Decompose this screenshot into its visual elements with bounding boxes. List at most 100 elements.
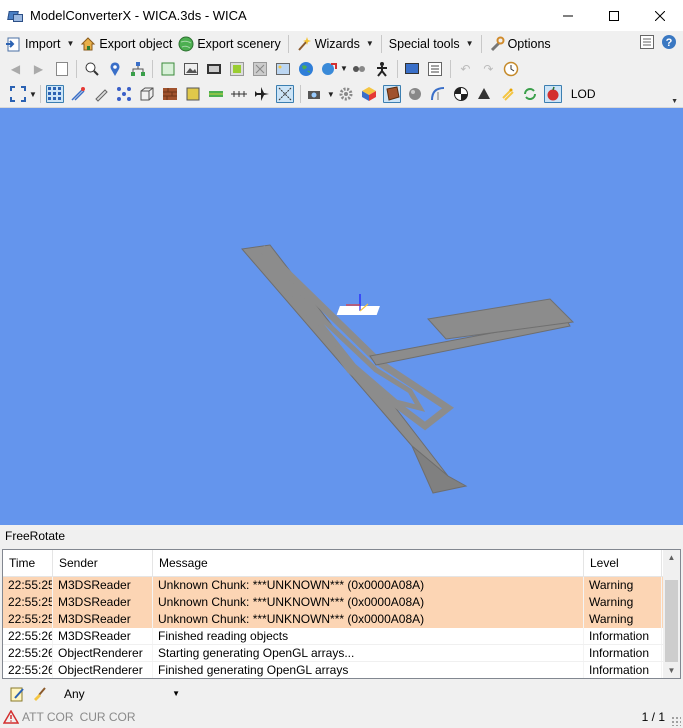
- redo-icon[interactable]: ↷: [479, 60, 497, 78]
- hierarchy-icon[interactable]: [129, 60, 147, 78]
- grid-icon[interactable]: [46, 85, 65, 103]
- log-filter-bar: Any ▼: [0, 681, 683, 706]
- chevron-down-icon[interactable]: ▼: [327, 90, 335, 99]
- column-time[interactable]: Time: [3, 550, 53, 577]
- scroll-up-icon[interactable]: ▲: [663, 550, 680, 565]
- wizards-button[interactable]: Wizards ▼: [293, 33, 377, 55]
- apple-icon[interactable]: [544, 85, 563, 103]
- minimize-button[interactable]: [545, 0, 591, 31]
- import-button[interactable]: Import ▼: [3, 33, 77, 55]
- lights-icon[interactable]: [498, 85, 516, 103]
- level-filter-select[interactable]: Any ▼: [59, 683, 185, 704]
- wireframe-box-icon[interactable]: [138, 85, 156, 103]
- toolbar-row-2: ◀ ▶ ▼ ↶ ↷: [0, 56, 683, 81]
- textured-box-icon[interactable]: [383, 85, 402, 103]
- vertex-icon[interactable]: [115, 85, 133, 103]
- connect-icon[interactable]: [350, 60, 368, 78]
- table-row[interactable]: 22:55:25 M3DSReader Unknown Chunk: ***UN…: [3, 611, 680, 628]
- window-title: ModelConverterX - WICA.3ds - WICA: [30, 8, 247, 23]
- title-bar: ModelConverterX - WICA.3ds - WICA: [0, 0, 683, 31]
- sparkle-path-icon[interactable]: [276, 85, 295, 103]
- log-panel: Time Sender Message Level 22:55:25 M3DSR…: [2, 549, 681, 679]
- monitor-icon[interactable]: [403, 60, 421, 78]
- log-header: Time Sender Message Level: [3, 550, 680, 577]
- image-icon[interactable]: [182, 60, 200, 78]
- resize-grip[interactable]: [671, 716, 681, 726]
- zoom-icon[interactable]: [83, 60, 101, 78]
- document-icon[interactable]: [53, 60, 71, 78]
- normals-icon[interactable]: [69, 85, 87, 103]
- texture-icon[interactable]: [228, 60, 246, 78]
- options-button[interactable]: Options: [486, 33, 554, 55]
- chevron-down-icon: ▼: [66, 39, 75, 48]
- chevron-down-icon: ▼: [365, 39, 374, 48]
- brick-texture-icon[interactable]: [161, 85, 179, 103]
- column-sender[interactable]: Sender: [53, 550, 153, 577]
- maximize-button[interactable]: [591, 0, 637, 31]
- broom-icon[interactable]: [31, 685, 49, 703]
- refresh-icon[interactable]: [521, 85, 539, 103]
- notepad-icon[interactable]: [8, 685, 26, 703]
- cur-cor-status: CUR COR: [79, 710, 136, 724]
- airplane-icon[interactable]: [253, 85, 271, 103]
- wrench-icon: [489, 36, 505, 52]
- properties-icon[interactable]: [639, 34, 655, 53]
- table-row[interactable]: 22:55:25 M3DSReader Unknown Chunk: ***UN…: [3, 594, 680, 611]
- lod-label[interactable]: LOD: [571, 87, 596, 101]
- column-level[interactable]: Level: [584, 550, 662, 577]
- pencil-icon[interactable]: [92, 85, 110, 103]
- runway-lights-icon[interactable]: [230, 85, 248, 103]
- status-bar: ATT COR CUR COR 1 / 1: [0, 706, 683, 728]
- help-icon[interactable]: ?: [661, 34, 677, 53]
- solid-box-icon[interactable]: [184, 85, 202, 103]
- terrain-icon[interactable]: [207, 85, 225, 103]
- chevron-down-icon: ▼: [465, 39, 474, 48]
- pyramid-icon[interactable]: [475, 85, 493, 103]
- table-row[interactable]: 22:55:25 M3DSReader Unknown Chunk: ***UN…: [3, 577, 680, 594]
- forward-arrow-icon[interactable]: ▶: [30, 60, 48, 78]
- import-icon: [6, 36, 22, 52]
- taxiway-shape: [259, 245, 454, 431]
- main-toolbar: Import ▼ Export object Export scenery Wiz…: [0, 31, 683, 56]
- table-row[interactable]: 22:55:26 ObjectRenderer Finished generat…: [3, 662, 680, 678]
- chevron-down-icon[interactable]: ▼: [340, 64, 348, 73]
- back-arrow-icon[interactable]: ◀: [7, 60, 25, 78]
- toolbar-overflow-icon[interactable]: ▼: [671, 98, 678, 105]
- airport-model: [241, 244, 575, 494]
- special-tools-button[interactable]: Special tools ▼: [386, 33, 477, 55]
- checker-ball-icon[interactable]: [452, 85, 470, 103]
- list-view-icon[interactable]: [426, 60, 444, 78]
- sphere-icon[interactable]: [406, 85, 424, 103]
- scrollbar-thumb[interactable]: [665, 580, 678, 662]
- picture-icon[interactable]: [274, 60, 292, 78]
- export-scenery-button[interactable]: Export scenery: [175, 33, 283, 55]
- table-row[interactable]: 22:55:26 M3DSReader Finished reading obj…: [3, 628, 680, 645]
- close-button[interactable]: [637, 0, 683, 31]
- select-box-icon[interactable]: [159, 60, 177, 78]
- column-message[interactable]: Message: [153, 550, 584, 577]
- fit-view-icon[interactable]: [9, 85, 27, 103]
- chevron-down-icon[interactable]: ▼: [29, 90, 37, 99]
- undo-icon[interactable]: ↶: [456, 60, 474, 78]
- globe-export-icon[interactable]: [320, 60, 338, 78]
- curve-icon[interactable]: [429, 85, 447, 103]
- figure-icon[interactable]: [373, 60, 391, 78]
- camera-icon[interactable]: [306, 85, 324, 103]
- log-scrollbar[interactable]: ▲ ▼: [663, 550, 680, 678]
- material-icon[interactable]: [251, 60, 269, 78]
- runway-end-shape: [411, 445, 468, 494]
- view-mode-label: FreeRotate: [0, 525, 683, 547]
- earth-icon[interactable]: [297, 60, 315, 78]
- gear-icon[interactable]: [337, 85, 355, 103]
- table-row[interactable]: 22:55:26 ObjectRenderer Starting generat…: [3, 645, 680, 662]
- svg-text:?: ?: [666, 37, 673, 49]
- house-icon: [80, 36, 96, 52]
- film-icon[interactable]: [205, 60, 223, 78]
- location-pin-icon[interactable]: [106, 60, 124, 78]
- clock-icon[interactable]: [502, 60, 520, 78]
- att-cor-status: ATT COR: [22, 710, 74, 724]
- 3d-viewport[interactable]: [0, 108, 683, 525]
- color-cube-icon[interactable]: [360, 85, 378, 103]
- scroll-down-icon[interactable]: ▼: [663, 663, 680, 678]
- export-object-button[interactable]: Export object: [77, 33, 175, 55]
